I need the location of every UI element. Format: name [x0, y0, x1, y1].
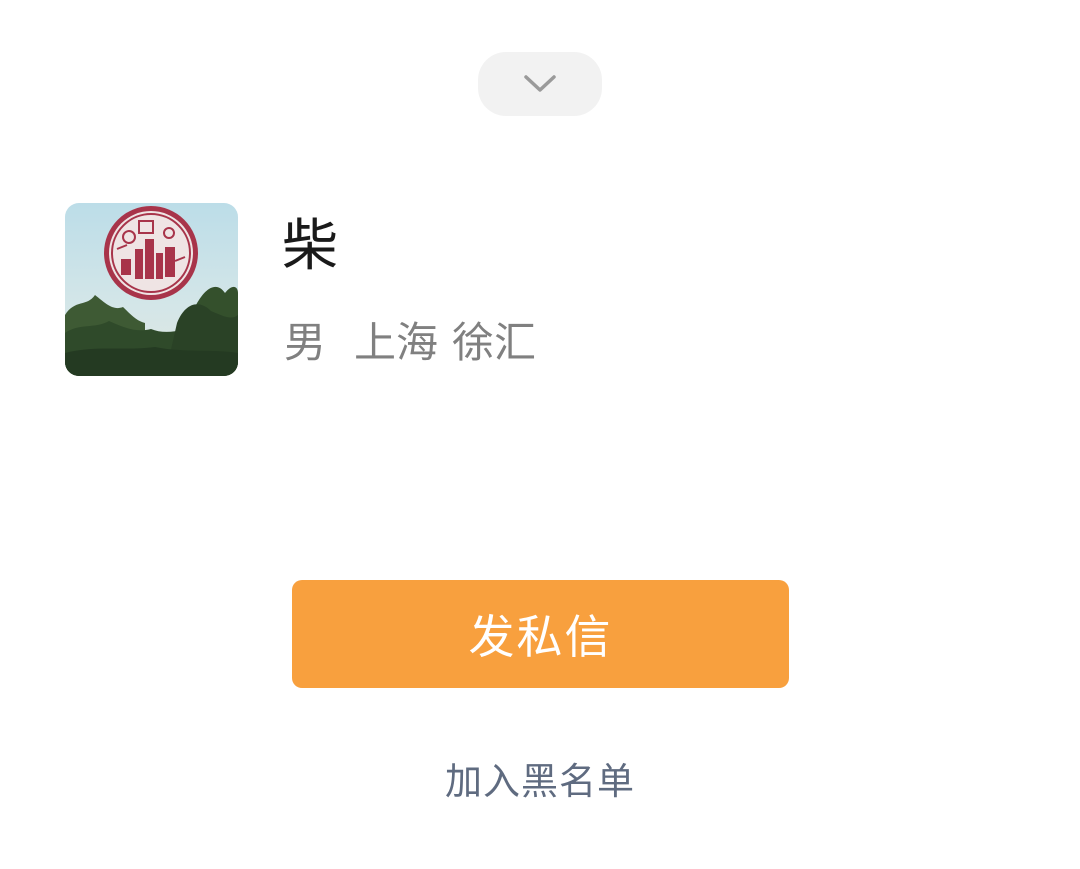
add-to-blacklist-link[interactable]: 加入黑名单 — [0, 752, 1080, 812]
user-district: 徐汇 — [452, 317, 537, 367]
profile-bottom-sheet: 柴 男 上海 徐汇 发私信 加入黑名单 — [0, 0, 1080, 869]
chevron-down-icon — [524, 75, 556, 92]
send-message-button[interactable]: 发私信 — [292, 580, 789, 688]
user-province: 上海 — [354, 317, 439, 367]
avatar[interactable] — [65, 203, 238, 376]
user-name: 柴 — [282, 214, 338, 279]
user-gender: 男 — [284, 317, 327, 367]
collapse-button[interactable] — [478, 52, 602, 116]
user-info: 男 上海 徐汇 — [284, 308, 536, 370]
avatar-image — [65, 203, 238, 376]
